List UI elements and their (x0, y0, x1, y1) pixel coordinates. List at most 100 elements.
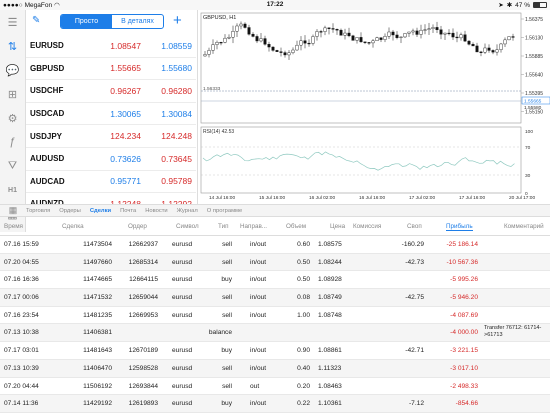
column-header[interactable]: Символ (176, 223, 199, 230)
column-header[interactable]: Время (4, 223, 23, 230)
objects-icon[interactable]: ⛛ (0, 154, 26, 178)
quote-bid: 0.73626 (110, 153, 141, 164)
candle-body (407, 31, 411, 34)
column-header[interactable]: Объем (286, 223, 306, 230)
column-header[interactable]: Цена (330, 223, 345, 230)
cell-price: 1.08748 (318, 311, 342, 319)
candle-body (455, 36, 459, 39)
candle-body (491, 50, 495, 53)
table-row[interactable]: 07.17 00:06 11471532 12659044 eurusd sell in/… (0, 289, 550, 307)
candle-body (291, 49, 295, 53)
tab-0[interactable]: Торговля (26, 208, 50, 214)
table-row[interactable]: 07.20 04:55 11497660 12685314 eurusd sell in/… (0, 253, 550, 272)
candle-body (303, 40, 307, 44)
rsi-label: RSI(14) 42.53 (203, 129, 234, 135)
cell-price: 1.08928 (318, 276, 342, 284)
table-row[interactable]: 07.16 15:59 11473504 12662937 eurusd sell in/… (0, 236, 550, 254)
tab-detailed[interactable]: В деталях (112, 15, 163, 28)
candle-body (387, 31, 391, 37)
cell-type: buy (221, 276, 232, 284)
new-order-icon[interactable]: ⊞ (0, 82, 26, 106)
quotes-icon[interactable]: ☰ (0, 10, 26, 34)
cell-time: 07.17 03:01 (4, 347, 39, 355)
column-header[interactable]: Комиссия (353, 223, 381, 230)
cell-volume: 0.08 (297, 294, 310, 302)
quote-row-usdchf[interactable]: USDCHF 0.96267 0.96280 (26, 80, 196, 103)
candle-body (331, 28, 335, 30)
tab-3[interactable]: Почта (120, 208, 136, 214)
table-row[interactable]: 07.14 11:36 11429192 12619893 eurusd buy in/o… (0, 395, 550, 413)
rsi-plot-frame (200, 126, 522, 194)
tab-6[interactable]: О программе (207, 208, 242, 214)
rsi-scale-label: 100 (525, 129, 533, 135)
quote-bid: 1.55665 (110, 63, 141, 74)
add-symbol-icon[interactable]: + (173, 12, 182, 29)
rsi-scale-label: 70 (525, 145, 531, 151)
chart-svg[interactable]: GBPUSD, H1 1.56375 1.56130 1.55885 1.55640 1.… (198, 10, 550, 204)
price-label: 1.55640 (525, 73, 543, 79)
candle-body (475, 45, 479, 53)
candle-body (427, 28, 431, 30)
column-header[interactable]: Тип (218, 223, 229, 230)
cell-volume: 0.40 (297, 364, 310, 372)
quote-row-eurusd[interactable]: EURUSD 1.08547 1.08559 (26, 35, 196, 58)
column-header[interactable]: Сделка (62, 223, 84, 230)
table-row[interactable]: 07.13 10:38 11406381 balance -4 000.00 Trans… (0, 324, 550, 343)
quote-row-audusd[interactable]: AUDUSD 0.73626 0.73645 (26, 148, 196, 171)
cell-dir: in/out (250, 347, 267, 355)
quote-bid: 0.96267 (110, 85, 141, 96)
table-row[interactable]: 07.16 16:36 11474665 12664115 eurusd buy in/o… (0, 271, 550, 290)
tab-4[interactable]: Новости (145, 208, 167, 214)
time-label: 15 Jul 16:00 (259, 195, 285, 201)
cell-type: sell (222, 364, 232, 372)
table-row[interactable]: 07.20 04:44 11506192 12693844 eurusd sell out… (0, 378, 550, 396)
candle-body (399, 36, 403, 38)
chat-icon[interactable]: 💬 (0, 58, 26, 82)
column-header[interactable]: Прибыль (446, 223, 473, 231)
quotes-toolbar: ✎ Просто В деталях + (26, 10, 196, 35)
column-header[interactable]: Своп (407, 223, 422, 230)
time-label: 20 Jul 17:00 (509, 195, 535, 201)
timeframe-icon[interactable]: H1 (0, 178, 26, 202)
indicators-icon[interactable]: ƒ (0, 130, 26, 154)
edit-icon[interactable]: ✎ (32, 15, 40, 26)
candle-body (411, 30, 415, 33)
time-label: 14 Jul 16:00 (209, 195, 235, 201)
candle-body (263, 38, 267, 45)
table-row[interactable]: 07.13 10:39 11406470 12598528 eurusd sell in/… (0, 359, 550, 378)
cell-swap: -42.71 (405, 347, 424, 355)
status-bar: ●●●●○ MegaFon ◠ 17:22 ➤ ✱ 47 % (0, 0, 550, 10)
candle-body (319, 31, 323, 33)
cell-type: sell (222, 258, 232, 266)
table-row[interactable]: 07.16 23:54 11481235 12669953 eurusd sell in/… (0, 307, 550, 325)
quote-row-gbpusd[interactable]: GBPUSD 1.55665 1.55680 (26, 58, 196, 81)
column-header[interactable]: Ордер (128, 223, 147, 230)
tab-simple[interactable]: Просто (61, 15, 112, 28)
quote-row-usdjpy[interactable]: USDJPY 124.234 124.248 (26, 125, 196, 148)
candle-body (415, 30, 419, 35)
calendar-tab-icon[interactable]: ▦ (0, 205, 26, 216)
quote-row-usdcad[interactable]: USDCAD 1.30065 1.30084 (26, 103, 196, 126)
cell-profit: -10 567.36 (446, 258, 478, 266)
column-header[interactable]: Направ... (240, 223, 267, 230)
deals-table: 07.16 15:59 11473504 12662937 eurusd sell in/… (0, 236, 550, 413)
candle-body (447, 32, 451, 35)
trade-icon[interactable]: ⇅ (0, 34, 26, 58)
candle-body (295, 44, 299, 51)
cell-price: 1.08575 (318, 241, 342, 248)
cell-dir: in/out (250, 311, 267, 319)
candle-body (207, 50, 211, 55)
cell-dir: in/out (250, 294, 267, 302)
tab-1[interactable]: Ордеры (59, 208, 81, 214)
column-header[interactable]: Комментарий (504, 223, 544, 230)
settings-icon[interactable]: ⚙ (0, 106, 26, 130)
table-row[interactable]: 07.17 03:01 11481643 12670189 eurusd buy in/o… (0, 342, 550, 360)
quote-row-audcad[interactable]: AUDCAD 0.95771 0.95789 (26, 171, 196, 194)
candle-body (255, 36, 259, 42)
tab-5[interactable]: Журнал (177, 208, 198, 214)
cell-swap: -42.73 (405, 258, 424, 266)
quote-ask: 1.55680 (161, 63, 192, 74)
chart-area[interactable]: GBPUSD, H1 1.56375 1.56130 1.55885 1.55640 1.… (197, 10, 550, 204)
view-mode-segmented: Просто В деталях (60, 14, 164, 29)
tab-2[interactable]: Сделки (90, 208, 111, 214)
